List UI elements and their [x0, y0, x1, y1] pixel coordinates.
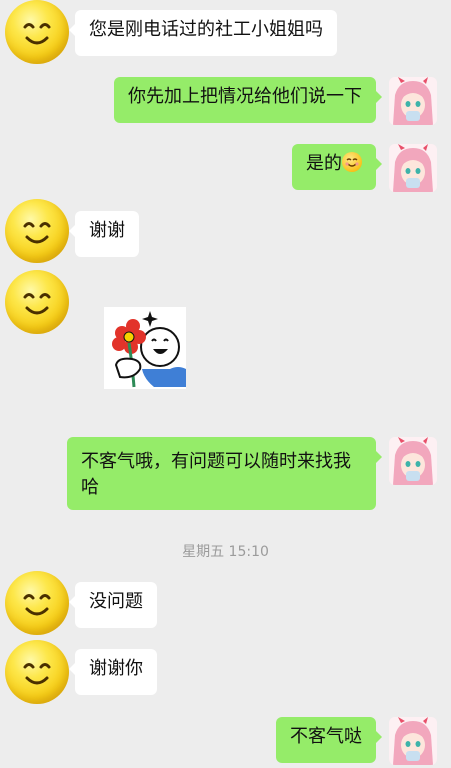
anime-girl-avatar-icon	[389, 437, 437, 485]
contact-avatar[interactable]	[5, 0, 69, 64]
contact-avatar[interactable]	[5, 270, 69, 334]
contact-avatar[interactable]	[5, 640, 69, 704]
message-text: 您是刚电话过的社工小姐姐吗	[89, 19, 323, 40]
self-avatar[interactable]	[389, 77, 437, 125]
self-avatar[interactable]	[389, 717, 437, 765]
message-bubble[interactable]: 没问题	[69, 582, 157, 628]
smiley-face-icon	[23, 663, 51, 685]
flower-sticker-icon	[104, 307, 186, 389]
message-text: 谢谢	[89, 220, 125, 241]
message-text: 不客气哒	[290, 726, 362, 747]
message-text: 是的	[306, 153, 342, 174]
message-bubble[interactable]: 你先加上把情况给他们说一下	[114, 77, 382, 123]
anime-girl-avatar-icon	[389, 717, 437, 765]
smiling-face-emoji-icon	[342, 152, 362, 172]
smiley-face-icon	[23, 594, 51, 616]
smiley-face-icon	[23, 23, 51, 45]
message-text: 谢谢你	[89, 658, 143, 679]
anime-girl-avatar-icon	[389, 144, 437, 192]
flower-sticker[interactable]	[104, 307, 186, 389]
message-text: 不客气哦，有问题可以随时来找我哈	[81, 451, 351, 498]
anime-girl-avatar-icon	[389, 77, 437, 125]
smiley-face-icon	[23, 293, 51, 315]
timestamp: 星期五 15:10	[182, 544, 269, 560]
message-bubble[interactable]: 您是刚电话过的社工小姐姐吗	[69, 10, 337, 56]
message-bubble[interactable]: 不客气哒	[276, 717, 382, 763]
smiley-face-icon	[23, 222, 51, 244]
message-bubble[interactable]: 谢谢	[69, 211, 139, 257]
contact-avatar[interactable]	[5, 199, 69, 263]
self-avatar[interactable]	[389, 437, 437, 485]
message-text: 没问题	[89, 591, 143, 612]
message-bubble[interactable]: 谢谢你	[69, 649, 157, 695]
message-bubble[interactable]: 是的	[292, 144, 382, 190]
message-bubble[interactable]: 不客气哦，有问题可以随时来找我哈	[67, 437, 382, 510]
self-avatar[interactable]	[389, 144, 437, 192]
message-text: 你先加上把情况给他们说一下	[128, 86, 362, 107]
contact-avatar[interactable]	[5, 571, 69, 635]
